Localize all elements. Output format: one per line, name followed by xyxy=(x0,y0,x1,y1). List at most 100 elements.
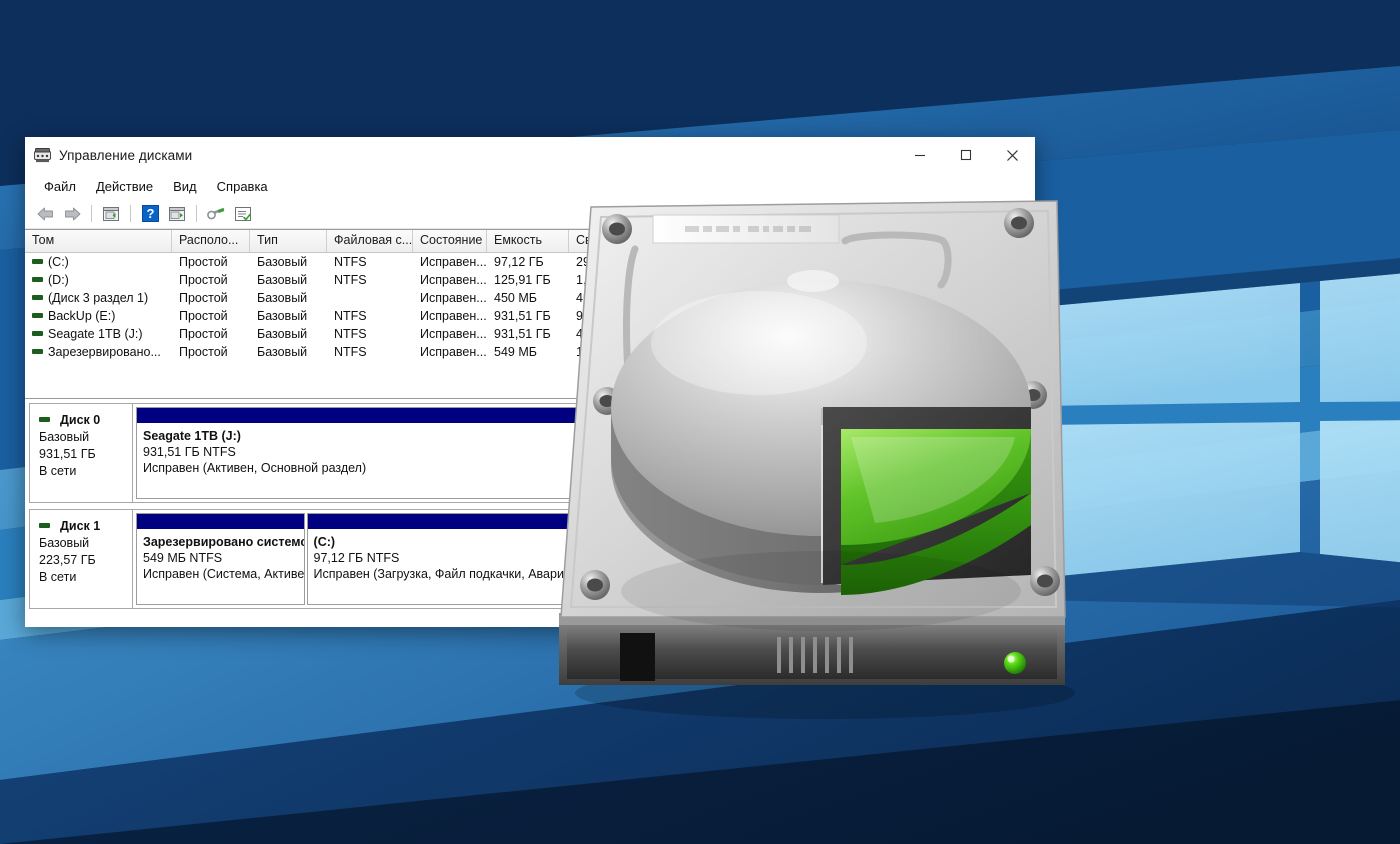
disk-type: Базовый xyxy=(39,430,90,444)
cell-status: Исправен... xyxy=(420,309,487,323)
up-folder-icon[interactable] xyxy=(99,202,123,225)
cell-status: Исправен... xyxy=(420,291,487,305)
svg-text:?: ? xyxy=(146,206,154,221)
titlebar-left: Управление дисками xyxy=(25,147,193,163)
volume-list-header[interactable]: Том Располо... Тип Файловая с... Состоян… xyxy=(25,230,1035,253)
partition-body: Seagate 1TB (J:) 931,51 ГБ NTFS Исправен… xyxy=(137,423,1024,476)
volume-list-pane[interactable]: Том Располо... Тип Файловая с... Состоян… xyxy=(25,229,1035,398)
disk-size: 223,57 ГБ xyxy=(39,553,96,567)
cell-volume: Зарезервировано... xyxy=(25,345,172,359)
cell-free: 29, xyxy=(576,255,594,269)
partition-status: Исправен (Загрузка, Файл подкачки, Авари… xyxy=(313,567,571,581)
help-icon[interactable]: ? xyxy=(138,202,162,225)
cell-layout: Простой xyxy=(179,273,228,287)
cell-free: 92 xyxy=(576,309,590,323)
volume-bar-icon xyxy=(32,330,43,336)
cell-layout: Простой xyxy=(179,255,228,269)
column-header-filesystem[interactable]: Файловая с... xyxy=(327,230,413,252)
rescan-icon[interactable] xyxy=(204,202,228,225)
forward-arrow-icon[interactable] xyxy=(60,202,84,225)
cell-volume-text: Seagate 1TB (J:) xyxy=(48,327,143,341)
show-pane-icon[interactable] xyxy=(165,202,189,225)
cell-layout: Простой xyxy=(179,309,228,323)
disk-info-0[interactable]: Диск 0 Базовый 931,51 ГБ В сети xyxy=(30,404,133,502)
table-row[interactable]: BackUp (E:) Простой Базовый NTFS Исправе… xyxy=(25,307,1035,325)
cell-free: 45 xyxy=(576,291,590,305)
back-arrow-icon[interactable] xyxy=(33,202,57,225)
disk-size: 931,51 ГБ xyxy=(39,447,96,461)
window-controls[interactable] xyxy=(897,137,1035,173)
partition[interactable]: Seagate 1TB (J:) 931,51 ГБ NTFS Исправен… xyxy=(136,407,1025,499)
cell-free: 1,6 xyxy=(576,273,594,287)
table-row[interactable]: Seagate 1TB (J:) Простой Базовый NTFS Ис… xyxy=(25,325,1035,343)
cell-volume: (Диск 3 раздел 1) xyxy=(25,291,172,305)
disk-block-1[interactable]: Диск 1 Базовый 223,57 ГБ В сети Зарезерв… xyxy=(29,509,1029,609)
disk-name-row: Диск 1 xyxy=(39,518,132,535)
cell-free: 4ƒ xyxy=(576,327,590,341)
partition-label: Зарезервировано системс xyxy=(143,535,304,549)
properties-icon[interactable] xyxy=(231,202,255,225)
partition[interactable]: (C:) 97,12 ГБ NTFS Исправен (Загрузка, Ф… xyxy=(306,513,1025,605)
graphical-disk-pane[interactable]: Диск 0 Базовый 931,51 ГБ В сети Seagate … xyxy=(25,398,1035,627)
toolbar-separator-3 xyxy=(196,205,197,222)
volume-list-body: (C:) Простой Базовый NTFS Исправен... 97… xyxy=(25,253,1035,398)
cell-capacity: 450 МБ xyxy=(494,291,537,305)
cell-type: Базовый xyxy=(257,327,308,341)
maximize-button[interactable] xyxy=(943,137,989,173)
partition[interactable]: Зарезервировано системс 549 МБ NTFS Испр… xyxy=(136,513,305,605)
partition-body: Зарезервировано системс 549 МБ NTFS Испр… xyxy=(137,529,304,582)
cell-volume: (D:) xyxy=(25,273,172,287)
disk-management-icon xyxy=(34,147,51,163)
cell-capacity: 931,51 ГБ xyxy=(494,327,551,341)
screenshot-root: Управление дисками Файл Действие Вид Спр… xyxy=(0,0,1400,844)
disk-block-0[interactable]: Диск 0 Базовый 931,51 ГБ В сети Seagate … xyxy=(29,403,1029,503)
toolbar[interactable]: ? xyxy=(25,199,1035,229)
partition-color-bar xyxy=(307,514,1024,529)
column-header-layout[interactable]: Располо... xyxy=(172,230,250,252)
column-header-status[interactable]: Состояние xyxy=(413,230,487,252)
cell-volume: (C:) xyxy=(25,255,172,269)
partition-color-bar xyxy=(137,408,1024,423)
close-button[interactable] xyxy=(989,137,1035,173)
volume-bar-icon xyxy=(32,294,43,300)
partition-color-bar xyxy=(137,514,304,529)
menu-item-help[interactable]: Справка xyxy=(208,177,277,196)
window-title: Управление дисками xyxy=(59,147,193,163)
menu-item-view[interactable]: Вид xyxy=(164,177,206,196)
disk-name: Диск 1 xyxy=(60,519,101,533)
volume-bar-icon xyxy=(32,276,43,282)
menu-item-action[interactable]: Действие xyxy=(87,177,162,196)
disk-name: Диск 0 xyxy=(60,413,101,427)
table-row[interactable]: (Диск 3 раздел 1) Простой Базовый Исправ… xyxy=(25,289,1035,307)
minimize-button[interactable] xyxy=(897,137,943,173)
cell-volume-text: (Диск 3 раздел 1) xyxy=(48,291,149,305)
column-header-capacity[interactable]: Емкость xyxy=(487,230,569,252)
disk-bar-icon xyxy=(39,417,50,422)
disk-info-1[interactable]: Диск 1 Базовый 223,57 ГБ В сети xyxy=(30,510,133,608)
column-header-type[interactable]: Тип xyxy=(250,230,327,252)
table-row[interactable]: (D:) Простой Базовый NTFS Исправен... 12… xyxy=(25,271,1035,289)
column-header-volume[interactable]: Том xyxy=(25,230,172,252)
partition-label: (C:) xyxy=(313,535,336,549)
partition-size: 97,12 ГБ NTFS xyxy=(313,551,400,565)
partition-size: 549 МБ NTFS xyxy=(143,551,223,565)
cell-volume: Seagate 1TB (J:) xyxy=(25,327,172,341)
cell-type: Базовый xyxy=(257,309,308,323)
partition-body: (C:) 97,12 ГБ NTFS Исправен (Загрузка, Ф… xyxy=(308,529,1024,582)
partition-label: Seagate 1TB (J:) xyxy=(143,429,241,443)
disk-management-window[interactable]: Управление дисками Файл Действие Вид Спр… xyxy=(25,137,1035,627)
table-row[interactable]: (C:) Простой Базовый NTFS Исправен... 97… xyxy=(25,253,1035,271)
window-titlebar[interactable]: Управление дисками xyxy=(25,137,1035,173)
partition-status: Исправен (Активен, Основной раздел) xyxy=(143,461,367,475)
disk-state: В сети xyxy=(39,570,77,584)
cell-filesystem: NTFS xyxy=(334,273,367,287)
menu-item-file[interactable]: Файл xyxy=(35,177,85,196)
disk-name-row: Диск 0 xyxy=(39,412,132,429)
toolbar-separator-1 xyxy=(91,205,92,222)
cell-capacity: 125,91 ГБ xyxy=(494,273,551,287)
disk-partitions-1: Зарезервировано системс 549 МБ NTFS Испр… xyxy=(133,510,1028,608)
cell-layout: Простой xyxy=(179,327,228,341)
table-row[interactable]: Зарезервировано... Простой Базовый NTFS … xyxy=(25,343,1035,361)
menu-bar[interactable]: Файл Действие Вид Справка xyxy=(25,173,1035,199)
column-header-free[interactable]: Сво xyxy=(569,230,669,252)
